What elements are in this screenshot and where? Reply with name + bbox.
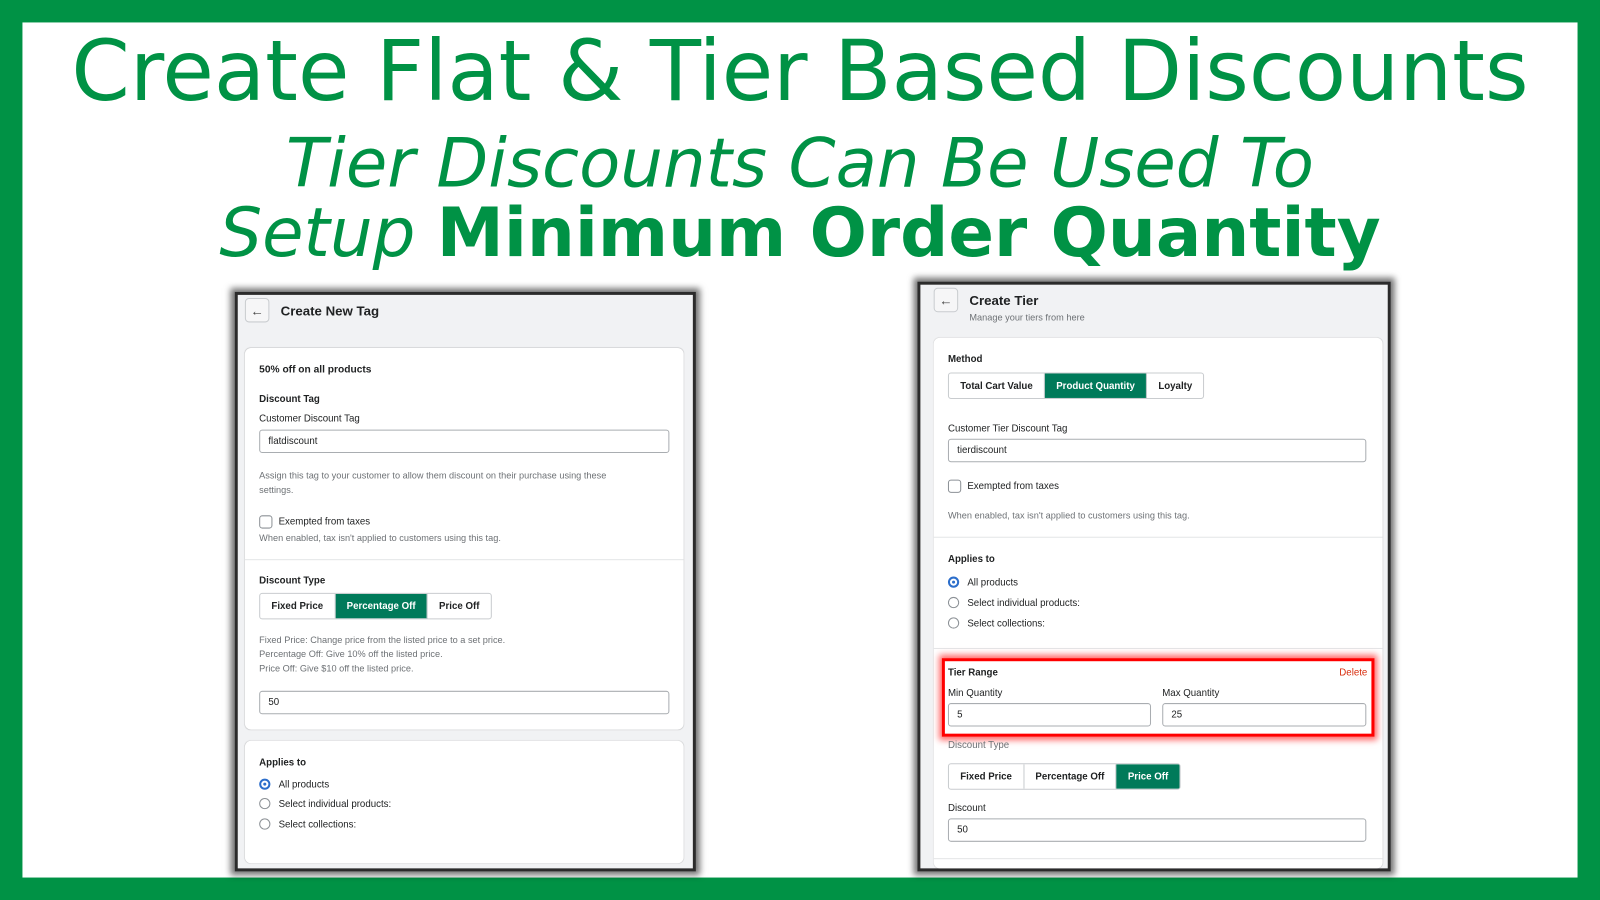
back-button[interactable]: ←	[244, 297, 270, 323]
min-quantity-label: Min Quantity	[947, 687, 1003, 699]
arrow-left-icon: ←	[250, 302, 264, 318]
radio-individual-products-label: Select individual products:	[967, 597, 1080, 610]
exempt-taxes-checkbox[interactable]	[947, 479, 962, 493]
radio-collections-label: Select collections:	[967, 618, 1045, 630]
method-total-cart-value[interactable]: Total Cart Value	[949, 373, 1045, 398]
page-title: Create New Tag	[280, 303, 380, 319]
tier-tag-label: Customer Tier Discount Tag	[947, 423, 1068, 435]
banner-subtitle-moq: Minimum Order Quantity	[436, 193, 1381, 273]
exempt-taxes-label: Exempted from taxes	[967, 480, 1059, 492]
radio-all-products[interactable]	[259, 778, 271, 790]
discount-type-segmented: Fixed Price Percentage Off Price Off	[259, 592, 492, 620]
radio-collections[interactable]	[259, 818, 271, 830]
discount-type-percentage-off[interactable]: Percentage Off	[1024, 764, 1117, 789]
tag-hint-line2: settings.	[259, 484, 294, 495]
create-new-tag-panel: ← Create New Tag 50% off on all products…	[234, 291, 696, 872]
radio-individual-products[interactable]	[259, 797, 271, 810]
hint-percentage-off: Percentage Off: Give 10% off the listed …	[259, 648, 443, 660]
max-quantity-input[interactable]: 25	[1162, 703, 1367, 727]
discount-type-percentage-off[interactable]: Percentage Off	[335, 593, 428, 619]
radio-collections-label: Select collections:	[278, 819, 357, 831]
tag-field-label: Customer Discount Tag	[259, 413, 360, 425]
discount-type-price-off[interactable]: Price Off	[1116, 764, 1180, 789]
divider	[933, 858, 1383, 860]
exempt-hint: When enabled, tax isn't applied to custo…	[947, 510, 1190, 521]
divider	[933, 647, 1383, 649]
method-segmented: Total Cart Value Product Quantity Loyalt…	[947, 372, 1205, 399]
radio-all-products-label: All products	[967, 577, 1018, 589]
customer-discount-tag-input[interactable]: flatdiscount	[259, 429, 670, 454]
back-button[interactable]: ←	[933, 287, 959, 313]
tier-range-label: Tier Range	[947, 667, 998, 679]
page-title: Create Tier	[969, 292, 1039, 309]
discount-type-price-off[interactable]: Price Off	[428, 594, 491, 618]
customer-tier-discount-tag-input[interactable]: tierdiscount	[947, 438, 1367, 463]
exempt-taxes-label: Exempted from taxes	[278, 516, 371, 528]
discount-type-hint: Fixed Price: Change price from the liste…	[259, 633, 505, 676]
radio-individual-products[interactable]	[947, 596, 960, 609]
page-subtitle: Manage your tiers from here	[969, 312, 1085, 323]
banner-subtitle-line1: Tier Discounts Can Be Used To	[286, 124, 1314, 204]
divider	[933, 536, 1383, 538]
tier-range-highlight: Tier Range Delete Min Quantity 5 Max Qua…	[941, 658, 1375, 737]
discount-tag-card: 50% off on all products Discount Tag Cus…	[244, 347, 684, 730]
discount-type-fixed-price[interactable]: Fixed Price	[260, 593, 336, 619]
discount-type-label: Discount Type	[259, 575, 326, 587]
applies-to-label: Applies to	[947, 554, 995, 566]
method-label: Method	[947, 354, 983, 366]
divider	[244, 559, 684, 561]
hint-price-off: Price Off: Give $10 off the listed price…	[259, 663, 414, 674]
min-quantity-input[interactable]: 5	[947, 703, 1152, 727]
banner-title: Create Flat & Tier Based Discounts	[71, 23, 1529, 121]
method-product-quantity[interactable]: Product Quantity	[1044, 373, 1148, 398]
tag-hint-line1: Assign this tag to your customer to allo…	[259, 470, 607, 481]
method-loyalty[interactable]: Loyalty	[1147, 373, 1203, 397]
radio-individual-products-label: Select individual products:	[278, 798, 392, 811]
applies-to-card: Applies to All products Select individua…	[244, 740, 684, 864]
arrow-left-icon: ←	[939, 292, 953, 308]
discount-input[interactable]: 50	[947, 818, 1367, 842]
exempt-hint: When enabled, tax isn't applied to custo…	[259, 532, 501, 543]
discount-value-input[interactable]: 50	[259, 690, 670, 715]
applies-to-label: Applies to	[259, 757, 307, 769]
banner-subtitle-line2: Setup Minimum Order Quantity	[0, 199, 1600, 267]
card-heading: 50% off on all products	[259, 364, 372, 376]
hint-fixed-price: Fixed Price: Change price from the liste…	[259, 634, 506, 645]
discount-type-label: Discount Type	[947, 739, 1010, 752]
banner-subtitle-setup: Setup	[219, 193, 416, 273]
delete-tier-link[interactable]: Delete	[1339, 667, 1367, 678]
tag-hint: Assign this tag to your customer to allo…	[259, 468, 606, 497]
radio-all-products[interactable]	[947, 576, 960, 588]
promo-banner: Create Flat & Tier Based Discounts Tier …	[0, 0, 1600, 900]
discount-type-segmented: Fixed Price Percentage Off Price Off	[947, 763, 1181, 790]
exempt-taxes-checkbox[interactable]	[259, 515, 273, 529]
discount-type-fixed-price[interactable]: Fixed Price	[949, 764, 1025, 789]
create-tier-panel: ← Create Tier Manage your tiers from her…	[917, 281, 1391, 872]
tier-card: Method Total Cart Value Product Quantity…	[933, 337, 1383, 869]
max-quantity-label: Max Quantity	[1162, 687, 1220, 699]
radio-collections[interactable]	[947, 617, 960, 629]
discount-tag-section-label: Discount Tag	[259, 393, 320, 406]
discount-label: Discount	[947, 803, 986, 815]
radio-all-products-label: All products	[278, 779, 330, 791]
